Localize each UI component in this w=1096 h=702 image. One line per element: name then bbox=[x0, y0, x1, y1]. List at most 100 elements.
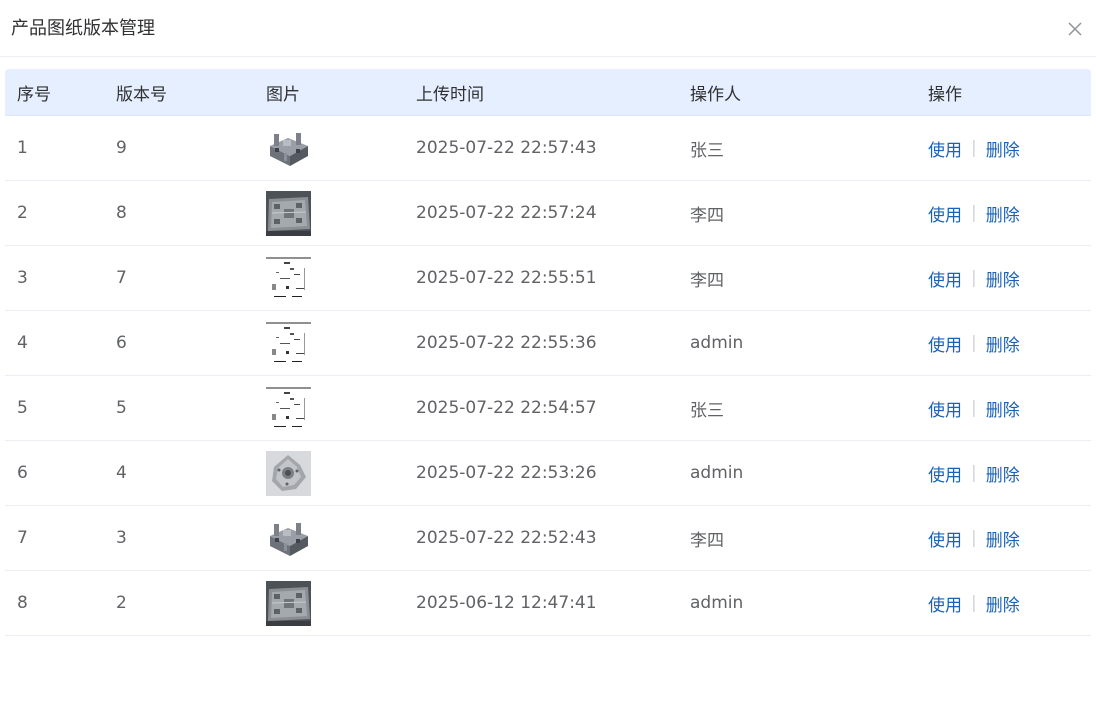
row-index: 8 bbox=[17, 593, 28, 613]
row-image-cell bbox=[266, 246, 311, 310]
row-index: 3 bbox=[17, 268, 28, 288]
delete-link[interactable]: 删除 bbox=[986, 201, 1020, 226]
row-version: 5 bbox=[116, 398, 127, 418]
row-version: 8 bbox=[116, 203, 127, 223]
row-actions: 使用 | 删除 bbox=[928, 506, 1020, 570]
table-row: 1 9 2025-07-22 22:57:43 张三 使用 | 删除 bbox=[5, 116, 1091, 181]
row-actions: 使用 | 删除 bbox=[928, 376, 1020, 440]
row-actions: 使用 | 删除 bbox=[928, 311, 1020, 375]
version-table: 序号 版本号 图片 上传时间 操作人 操作 1 9 2025-07-22 22:5… bbox=[5, 69, 1091, 636]
table-row: 3 7 2025-07-22 22:55:51 李四 使用 | 删除 bbox=[5, 246, 1091, 311]
row-image-cell bbox=[266, 506, 311, 570]
delete-link[interactable]: 删除 bbox=[986, 396, 1020, 421]
delete-link[interactable]: 删除 bbox=[986, 136, 1020, 161]
delete-link[interactable]: 删除 bbox=[986, 526, 1020, 551]
row-upload-time: 2025-07-22 22:53:26 bbox=[416, 463, 597, 483]
action-separator: | bbox=[971, 333, 977, 353]
table-row: 5 5 2025-07-22 22:54:57 张三 使用 | 删除 bbox=[5, 376, 1091, 441]
action-separator: | bbox=[971, 203, 977, 223]
row-index: 2 bbox=[17, 203, 28, 223]
row-version: 4 bbox=[116, 463, 127, 483]
delete-link[interactable]: 删除 bbox=[986, 331, 1020, 356]
row-operator: 张三 bbox=[690, 140, 724, 161]
row-actions: 使用 | 删除 bbox=[928, 441, 1020, 505]
delete-link[interactable]: 删除 bbox=[986, 591, 1020, 616]
row-image-cell bbox=[266, 376, 311, 440]
drawing-thumbnail[interactable] bbox=[266, 450, 311, 496]
row-upload-time: 2025-07-22 22:55:36 bbox=[416, 333, 597, 353]
drawing-thumbnail[interactable] bbox=[266, 580, 311, 626]
row-index: 4 bbox=[17, 333, 28, 353]
use-link[interactable]: 使用 bbox=[928, 526, 962, 551]
drawing-thumbnail[interactable] bbox=[266, 255, 311, 301]
header-version: 版本号 bbox=[116, 84, 167, 105]
row-operator: 李四 bbox=[690, 205, 724, 226]
row-operator: 李四 bbox=[690, 270, 724, 291]
action-separator: | bbox=[971, 138, 977, 158]
row-operator: 李四 bbox=[690, 530, 724, 551]
row-upload-time: 2025-06-12 12:47:41 bbox=[416, 593, 597, 613]
use-link[interactable]: 使用 bbox=[928, 396, 962, 421]
row-actions: 使用 | 删除 bbox=[928, 181, 1020, 245]
header-operator: 操作人 bbox=[690, 84, 741, 105]
row-index: 7 bbox=[17, 528, 28, 548]
row-version: 7 bbox=[116, 268, 127, 288]
delete-link[interactable]: 删除 bbox=[986, 461, 1020, 486]
table-body: 19 2025-07-22 22:57:43 张三 使用 | 删除 2 8 2025-07-… bbox=[5, 116, 1091, 636]
row-operator: admin bbox=[690, 593, 744, 613]
drawing-thumbnail[interactable] bbox=[266, 125, 311, 171]
table-row: 6 4 2025-07-22 22:53:26 admin 使用 | 删除 bbox=[5, 441, 1091, 506]
row-upload-time: 2025-07-22 22:52:43 bbox=[416, 528, 597, 548]
use-link[interactable]: 使用 bbox=[928, 331, 962, 356]
header-image: 图片 bbox=[266, 84, 300, 105]
row-operator: admin bbox=[690, 333, 744, 353]
row-actions: 使用 | 删除 bbox=[928, 571, 1020, 635]
row-index: 1 bbox=[17, 138, 28, 158]
row-upload-time: 2025-07-22 22:57:43 bbox=[416, 138, 597, 158]
row-upload-time: 2025-07-22 22:54:57 bbox=[416, 398, 597, 418]
use-link[interactable]: 使用 bbox=[928, 136, 962, 161]
drawing-thumbnail[interactable] bbox=[266, 385, 311, 431]
row-actions: 使用 | 删除 bbox=[928, 116, 1020, 180]
row-version: 6 bbox=[116, 333, 127, 353]
close-icon[interactable] bbox=[1066, 20, 1084, 38]
row-index: 6 bbox=[17, 463, 28, 483]
row-upload-time: 2025-07-22 22:55:51 bbox=[416, 268, 597, 288]
use-link[interactable]: 使用 bbox=[928, 201, 962, 226]
header-upload-time: 上传时间 bbox=[416, 84, 484, 105]
row-image-cell bbox=[266, 181, 311, 245]
use-link[interactable]: 使用 bbox=[928, 461, 962, 486]
action-separator: | bbox=[971, 593, 977, 613]
header-index: 序号 bbox=[17, 84, 51, 105]
delete-link[interactable]: 删除 bbox=[986, 266, 1020, 291]
action-separator: | bbox=[971, 528, 977, 548]
row-version: 3 bbox=[116, 528, 127, 548]
table-header: 序号 版本号 图片 上传时间 操作人 操作 bbox=[5, 69, 1091, 116]
use-link[interactable]: 使用 bbox=[928, 591, 962, 616]
table-row: 2 8 2025-07-22 22:57:24 李四 使用 | 删除 bbox=[5, 181, 1091, 246]
dialog-header: 产品图纸版本管理 bbox=[0, 0, 1096, 57]
row-operator: 张三 bbox=[690, 400, 724, 421]
table-row: 4 6 2025-07-22 22:55:36 admin 使用 | 删除 bbox=[5, 311, 1091, 376]
row-version: 9 bbox=[116, 138, 127, 158]
drawing-thumbnail[interactable] bbox=[266, 320, 311, 366]
action-separator: | bbox=[971, 398, 977, 418]
use-link[interactable]: 使用 bbox=[928, 266, 962, 291]
row-actions: 使用 | 删除 bbox=[928, 246, 1020, 310]
table-row: 8 2 2025-06-12 12:47:41 admin 使用 | 删除 bbox=[5, 571, 1091, 636]
dialog-title: 产品图纸版本管理 bbox=[11, 18, 155, 39]
row-index: 5 bbox=[17, 398, 28, 418]
row-version: 2 bbox=[116, 593, 127, 613]
row-upload-time: 2025-07-22 22:57:24 bbox=[416, 203, 597, 223]
row-operator: admin bbox=[690, 463, 744, 483]
row-image-cell bbox=[266, 571, 311, 635]
action-separator: | bbox=[971, 268, 977, 288]
header-actions: 操作 bbox=[928, 84, 962, 105]
drawing-thumbnail[interactable] bbox=[266, 515, 311, 561]
action-separator: | bbox=[971, 463, 977, 483]
drawing-thumbnail[interactable] bbox=[266, 190, 311, 236]
version-dialog: 产品图纸版本管理 序号 版本号 图片 上传时间 操作人 操作 1 9 2025-0… bbox=[0, 0, 1096, 702]
row-image-cell bbox=[266, 441, 311, 505]
row-image-cell bbox=[266, 116, 311, 180]
row-image-cell bbox=[266, 311, 311, 375]
